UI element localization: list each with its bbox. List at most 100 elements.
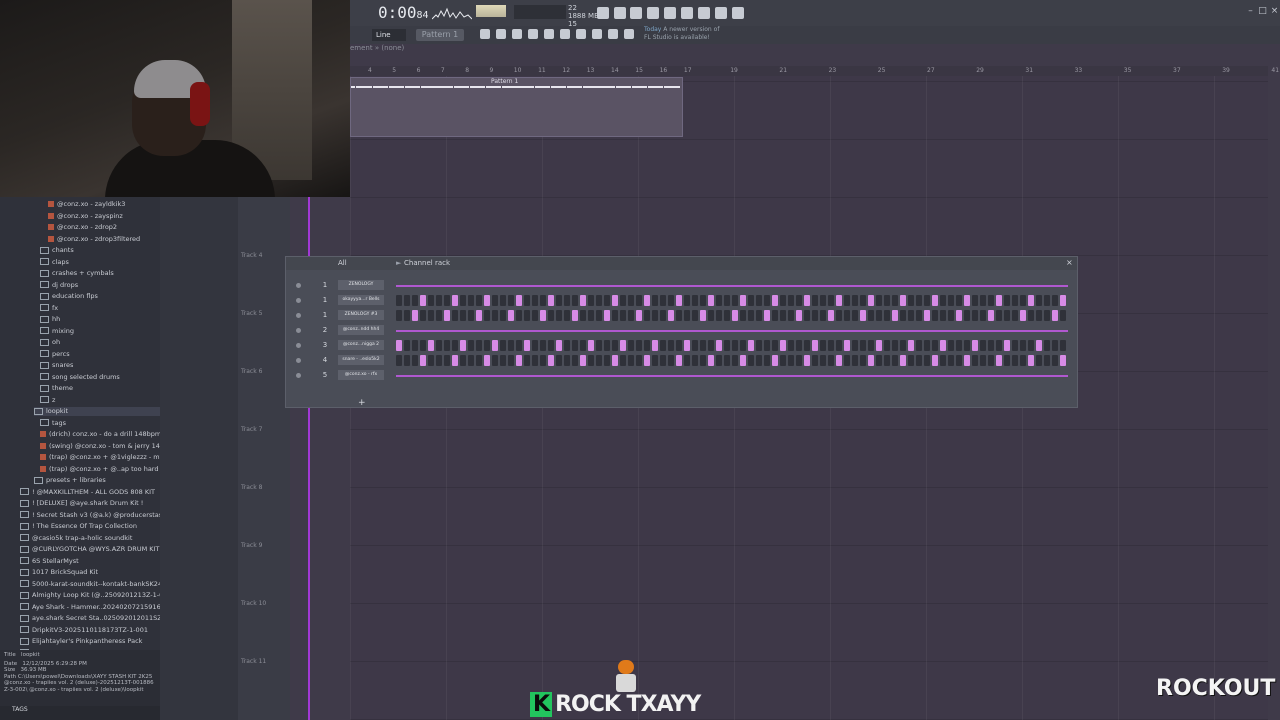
channel-name-button[interactable]: okayyya...r Bells <box>338 295 384 305</box>
step-button[interactable] <box>572 355 578 366</box>
step-button[interactable] <box>508 295 514 306</box>
step-button[interactable] <box>548 355 554 366</box>
piano-roll-icon[interactable] <box>496 29 506 39</box>
maximize-icon[interactable]: □ <box>1258 7 1267 16</box>
step-button[interactable] <box>1004 310 1010 321</box>
step-button[interactable] <box>1036 355 1042 366</box>
step-button[interactable] <box>1036 295 1042 306</box>
step-button[interactable] <box>444 295 450 306</box>
step-button[interactable] <box>924 355 930 366</box>
step-button[interactable] <box>684 340 690 351</box>
snapshot-icon[interactable] <box>681 7 693 19</box>
track-label[interactable]: Track 6 <box>241 368 262 375</box>
browser-folder[interactable]: ! @MAXKILLTHEM - ALL GODS 808 KIT <box>20 488 160 497</box>
step-button[interactable] <box>684 310 690 321</box>
step-button[interactable] <box>964 340 970 351</box>
step-button[interactable] <box>660 295 666 306</box>
step-button[interactable] <box>548 340 554 351</box>
step-button[interactable] <box>860 355 866 366</box>
step-button[interactable] <box>980 340 986 351</box>
step-button[interactable] <box>412 295 418 306</box>
step-button[interactable] <box>700 295 706 306</box>
step-button[interactable] <box>532 340 538 351</box>
channel-mixer-track[interactable]: 2 <box>320 326 330 334</box>
step-button[interactable] <box>668 295 674 306</box>
step-button[interactable] <box>1036 340 1042 351</box>
step-button[interactable] <box>1028 340 1034 351</box>
step-button[interactable] <box>500 340 506 351</box>
tempo-display[interactable] <box>476 5 506 17</box>
step-button[interactable] <box>996 340 1002 351</box>
step-button[interactable] <box>500 310 506 321</box>
step-button[interactable] <box>444 340 450 351</box>
step-button[interactable] <box>412 310 418 321</box>
browser-folder[interactable]: oh <box>40 338 160 347</box>
step-button[interactable] <box>1012 340 1018 351</box>
step-button[interactable] <box>580 295 586 306</box>
step-button[interactable] <box>492 340 498 351</box>
step-button[interactable] <box>540 295 546 306</box>
browser-folder[interactable]: 1017 BrickSquad Kit <box>20 568 160 577</box>
browser-file[interactable]: @conz.xo - zdrop2 <box>48 223 160 232</box>
step-button[interactable] <box>516 355 522 366</box>
step-button[interactable] <box>636 355 642 366</box>
browser-file[interactable]: (trap) @conz.xo + @..ap too hard 148bpm <box>40 465 188 474</box>
step-button[interactable] <box>924 295 930 306</box>
step-button[interactable] <box>644 340 650 351</box>
step-sequencer[interactable] <box>396 340 1068 351</box>
minimize-icon[interactable]: – <box>1246 7 1255 16</box>
step-button[interactable] <box>980 355 986 366</box>
step-button[interactable] <box>420 295 426 306</box>
channel-rack-titlebar[interactable]: All ► Channel rack × <box>286 257 1077 270</box>
step-button[interactable] <box>692 295 698 306</box>
step-button[interactable] <box>420 355 426 366</box>
step-button[interactable] <box>868 355 874 366</box>
step-button[interactable] <box>860 295 866 306</box>
step-button[interactable] <box>524 340 530 351</box>
step-button[interactable] <box>900 310 906 321</box>
channel-name-button[interactable]: @conz...nigga 2 <box>338 340 384 350</box>
step-button[interactable] <box>812 340 818 351</box>
playlist-icon[interactable] <box>480 29 490 39</box>
step-button[interactable] <box>1044 310 1050 321</box>
step-button[interactable] <box>564 340 570 351</box>
step-button[interactable] <box>652 355 658 366</box>
step-button[interactable] <box>820 295 826 306</box>
step-button[interactable] <box>1028 310 1034 321</box>
browser-folder[interactable]: snares <box>40 361 160 370</box>
step-button[interactable] <box>772 310 778 321</box>
step-button[interactable] <box>724 310 730 321</box>
step-button[interactable] <box>1012 310 1018 321</box>
step-button[interactable] <box>756 340 762 351</box>
step-button[interactable] <box>980 295 986 306</box>
step-button[interactable] <box>996 355 1002 366</box>
step-button[interactable] <box>772 295 778 306</box>
step-button[interactable] <box>588 355 594 366</box>
step-button[interactable] <box>828 355 834 366</box>
close-icon[interactable]: × <box>1066 258 1073 267</box>
step-button[interactable] <box>900 340 906 351</box>
step-button[interactable] <box>852 340 858 351</box>
step-button[interactable] <box>972 340 978 351</box>
step-button[interactable] <box>508 310 514 321</box>
step-button[interactable] <box>756 355 762 366</box>
step-button[interactable] <box>876 355 882 366</box>
step-button[interactable] <box>596 355 602 366</box>
step-button[interactable] <box>972 310 978 321</box>
browser-file[interactable]: (swing) @conz.xo - tom & jerry 140bpm <box>40 442 179 451</box>
step-button[interactable] <box>708 310 714 321</box>
step-button[interactable] <box>612 295 618 306</box>
step-button[interactable] <box>556 295 562 306</box>
step-sequencer[interactable] <box>396 295 1068 306</box>
browser-folder[interactable]: @CURLYGOTCHA @WYS.AZR DRUM KIT [200+] <box>20 545 184 554</box>
step-button[interactable] <box>532 295 538 306</box>
browser-folder[interactable]: loopkit <box>34 407 160 416</box>
step-button[interactable] <box>452 310 458 321</box>
step-button[interactable] <box>828 310 834 321</box>
step-button[interactable] <box>596 340 602 351</box>
step-button[interactable] <box>604 340 610 351</box>
step-button[interactable] <box>996 295 1002 306</box>
step-button[interactable] <box>796 295 802 306</box>
step-button[interactable] <box>476 340 482 351</box>
step-sequencer[interactable] <box>396 310 1068 321</box>
